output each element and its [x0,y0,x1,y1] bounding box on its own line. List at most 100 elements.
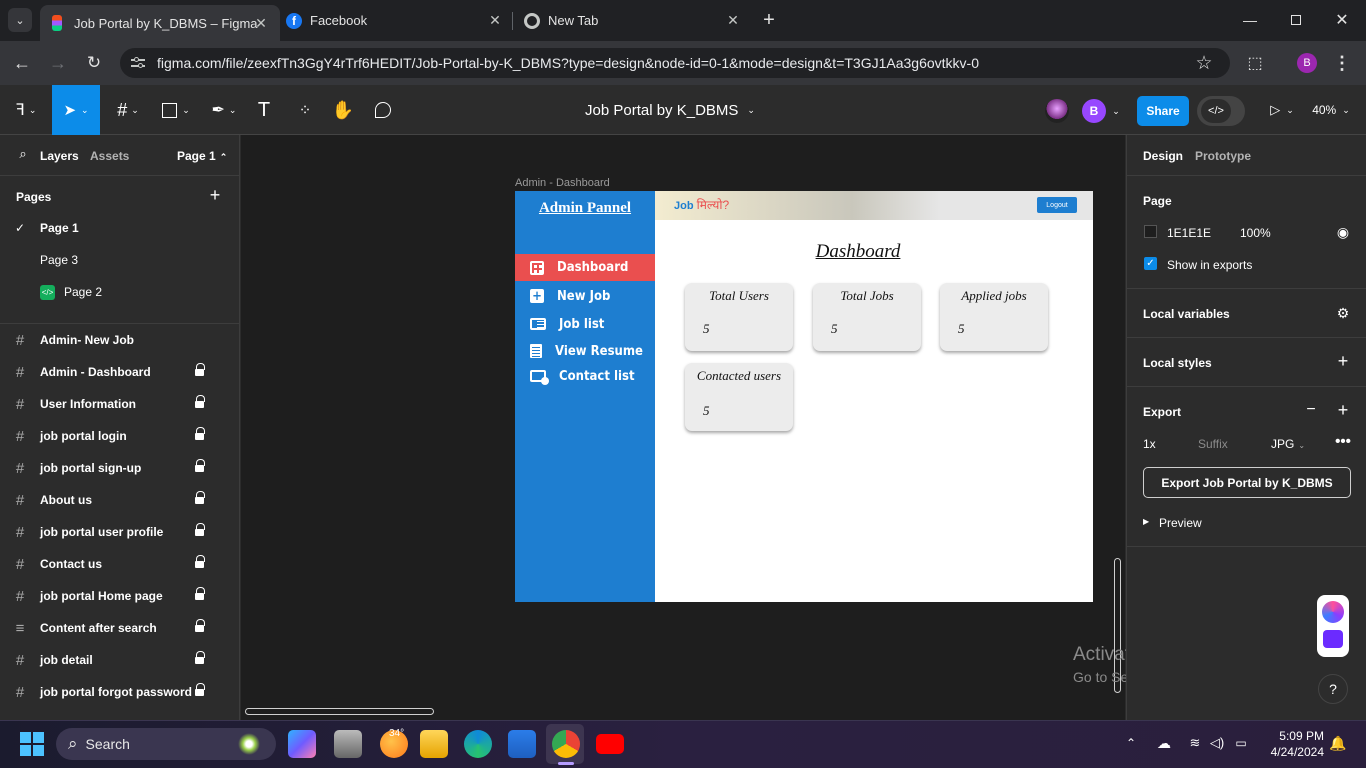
close-window-icon[interactable]: ✕ [1330,8,1354,32]
reload-icon[interactable]: ↻ [82,51,106,75]
chrome-icon[interactable] [552,730,580,758]
export-scale[interactable]: 1x [1143,437,1156,451]
file-title-button[interactable]: Job Portal by K_DBMS ⌄ [560,85,780,135]
frame-tool-button[interactable]: # ⌄ [110,85,146,135]
site-info-icon[interactable] [131,56,145,70]
nav-item-job-list[interactable]: Job list [515,311,655,337]
new-tab-icon[interactable]: + [758,9,780,31]
lock-icon[interactable] [195,395,205,408]
taskbar-search[interactable]: ⌕ Search [56,728,276,760]
lock-icon[interactable] [195,363,205,376]
lock-icon[interactable] [195,459,205,472]
restore-icon[interactable] [1284,8,1308,32]
local-variables-label[interactable]: Local variables [1143,307,1230,321]
forward-icon[interactable]: → [46,51,70,75]
close-tab-icon[interactable]: ✕ [724,11,742,29]
windows-start-icon[interactable] [20,732,44,756]
layers-tab[interactable]: Layers [40,149,79,163]
task-view-icon[interactable] [334,730,362,758]
tab-new-tab[interactable]: New Tab ✕ [524,6,742,35]
variables-sliders-icon[interactable]: ⚙ [1334,304,1352,322]
layer-item[interactable]: ≡ Content after search [0,612,239,644]
remove-export-icon[interactable]: − [1302,401,1320,419]
help-button[interactable]: ? [1318,674,1348,704]
page-color-swatch[interactable] [1144,225,1157,238]
zoom-menu[interactable]: 40% ⌄ [1306,85,1356,135]
hand-tool-icon[interactable]: ✋ [332,85,354,135]
layer-item[interactable]: # User Information [0,388,239,420]
layer-item[interactable]: # job portal user profile [0,516,239,548]
show-in-exports-checkbox[interactable]: ✓ [1144,257,1157,270]
layer-item[interactable]: # Admin - Dashboard [0,356,239,388]
bookmark-star-icon[interactable]: ☆ [1192,51,1216,75]
user-avatar[interactable]: B [1082,99,1106,123]
edge-icon[interactable] [464,730,492,758]
layer-item[interactable]: # job portal Home page [0,580,239,612]
clock-date[interactable]: 4/24/2024 [1254,745,1324,759]
add-style-icon[interactable]: + [1334,351,1352,371]
lock-icon[interactable] [195,523,205,536]
tab-search-button[interactable]: ⌄ [8,8,32,32]
export-suffix-input[interactable]: Suffix [1198,437,1228,451]
notification-bell-icon[interactable]: 🔔 [1329,735,1346,751]
lock-icon[interactable] [195,683,205,696]
dashboard-frame[interactable]: Admin Pannel Dashboard + New Job Job lis… [515,191,1093,602]
lock-icon[interactable] [195,587,205,600]
eye-icon[interactable]: ◉ [1334,223,1352,241]
close-tab-icon[interactable]: ✕ [486,11,504,29]
extensions-icon[interactable]: ⬚ [1243,51,1267,75]
volume-icon[interactable]: ◁) [1208,734,1226,752]
text-tool-icon[interactable]: T [253,85,275,135]
layer-item[interactable]: # job portal login [0,420,239,452]
layer-item[interactable]: # job portal sign-up [0,452,239,484]
tab-facebook[interactable]: f Facebook ✕ [286,6,504,35]
ai-image-icon[interactable] [1323,630,1343,648]
minimize-icon[interactable]: — [1238,8,1262,32]
url-bar[interactable]: figma.com/file/zeexfTn3GgY4rTrf6HEDIT/Jo… [120,48,1230,78]
chevron-up-icon[interactable]: ⌃ [1122,734,1140,752]
layer-item[interactable]: # About us [0,484,239,516]
store-icon[interactable] [508,730,536,758]
present-button[interactable]: ▷ ⌄ [1264,85,1300,135]
nav-item-dashboard[interactable]: Dashboard [515,254,655,281]
youtube-icon[interactable] [596,734,624,754]
back-icon[interactable]: ← [10,51,34,75]
prototype-tab[interactable]: Prototype [1195,149,1251,163]
design-tab[interactable]: Design [1143,149,1183,163]
onedrive-icon[interactable]: ☁ [1154,734,1174,752]
pen-tool-button[interactable]: ✒ ⌄ [206,85,242,135]
logout-button[interactable]: Logout [1037,197,1077,213]
page-color-value[interactable]: 1E1E1E [1167,226,1211,240]
file-explorer-icon[interactable] [420,730,448,758]
page-opacity-value[interactable]: 100% [1240,226,1271,240]
resources-icon[interactable]: ⁘ [294,85,316,135]
collaborator-avatar[interactable] [1045,99,1069,123]
page-selector[interactable]: Page 1 ⌃ [177,149,227,163]
tab-figma[interactable]: Job Portal by K_DBMS – Figma ✕ [40,5,280,41]
nav-item-new-job[interactable]: + New Job [515,283,655,309]
layer-item[interactable]: # Contact us [0,548,239,580]
main-menu-button[interactable]: ꟻ ⌄ [8,85,44,135]
layer-item[interactable]: # job detail [0,644,239,676]
nav-item-view-resume[interactable]: View Resume [515,338,655,364]
export-button[interactable]: Export Job Portal by K_DBMS [1143,467,1351,498]
chevron-down-icon[interactable]: ⌄ [1110,104,1122,118]
close-tab-icon[interactable]: ✕ [252,14,270,32]
frame-label[interactable]: Admin - Dashboard [515,177,610,189]
page-item[interactable]: Page 3 [0,244,239,276]
wifi-icon[interactable]: ≋ [1186,734,1204,752]
profile-avatar[interactable]: B [1297,53,1317,73]
lock-icon[interactable] [195,651,205,664]
battery-icon[interactable]: ▭ [1232,734,1250,752]
add-export-icon[interactable]: + [1334,400,1352,420]
assets-tab[interactable]: Assets [90,149,129,163]
export-format-select[interactable]: JPG ⌄ [1271,437,1305,451]
page-item[interactable]: ✓ Page 1 [0,212,239,244]
preview-toggle[interactable]: Preview [1159,516,1202,530]
search-icon[interactable]: ⌕ [16,146,30,161]
nav-item-contact-list[interactable]: Contact list [515,363,655,389]
clock-time[interactable]: 5:09 PM [1264,729,1324,743]
lock-icon[interactable] [195,555,205,568]
lock-icon[interactable] [195,619,205,632]
lock-icon[interactable] [195,491,205,504]
